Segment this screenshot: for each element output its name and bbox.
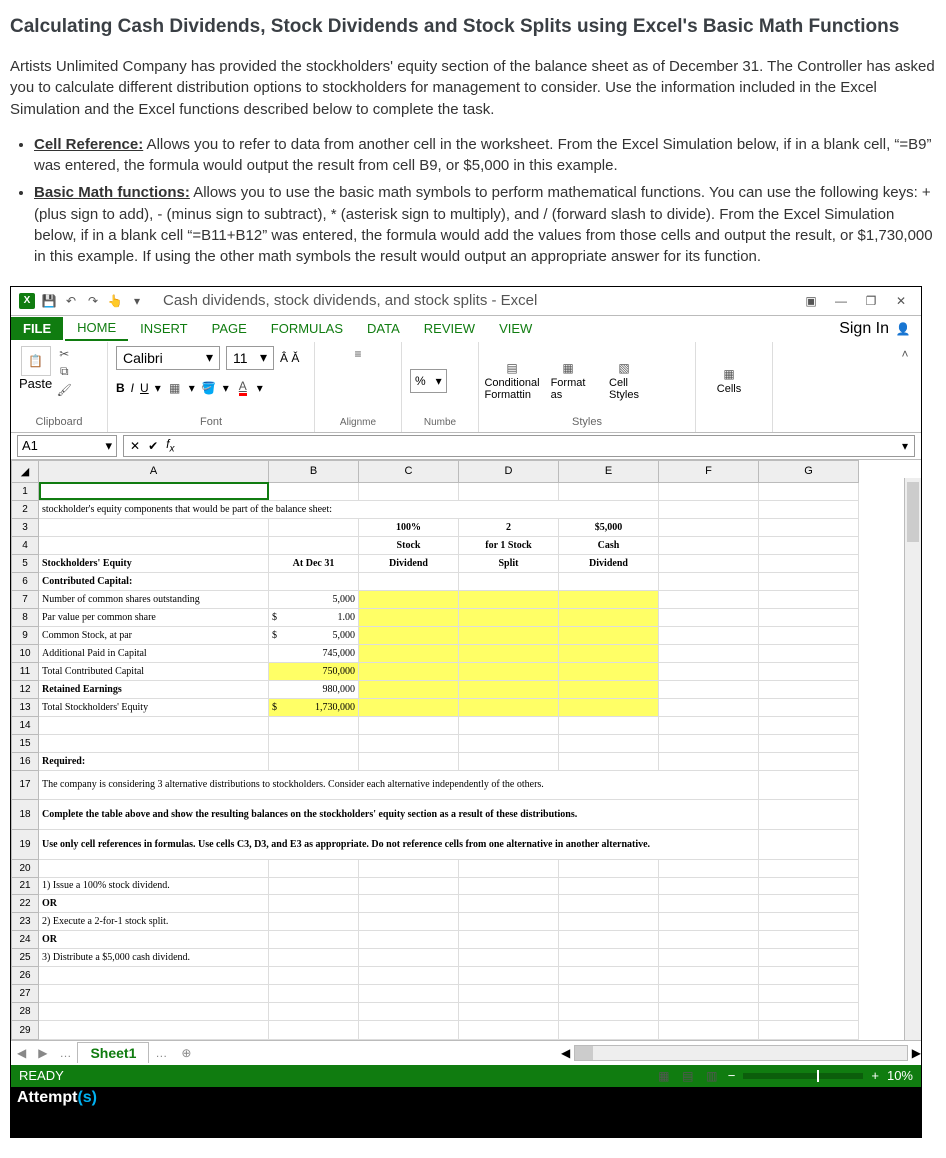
tab-file[interactable]: FILE <box>11 317 63 340</box>
cell-A1[interactable] <box>39 482 269 500</box>
col-A[interactable]: A <box>39 460 269 482</box>
vertical-scrollbar[interactable] <box>904 478 921 1040</box>
zoom-slider[interactable] <box>743 1073 863 1079</box>
page-title: Calculating Cash Dividends, Stock Divide… <box>10 16 936 38</box>
tab-page[interactable]: PAGE <box>200 317 259 340</box>
align-icon[interactable]: ≡ <box>350 346 366 362</box>
zoom-in-button[interactable]: + <box>871 1068 879 1083</box>
user-icon: 👤 <box>895 321 911 337</box>
cell-A2[interactable]: stockholder's equity components that wou… <box>39 500 659 518</box>
cell-styles-button[interactable]: ▧CellStyles <box>599 361 649 401</box>
select-all-corner[interactable]: ◢ <box>12 460 39 482</box>
excel-window: X 💾 ↶ ↷ 👆 ▾ Cash dividends, stock divide… <box>10 286 922 1138</box>
italic-button[interactable]: I <box>131 381 134 395</box>
ribbon: 📋 Paste ✂ ⧉ 🖌 Clipboard Calibri▾ 11▾ A <box>11 342 921 433</box>
formula-bar[interactable]: ✕ ✔ fx ▾ <box>123 435 915 457</box>
format-painter-icon[interactable]: 🖌 <box>56 382 72 398</box>
save-icon[interactable]: 💾 <box>41 293 57 309</box>
border-icon[interactable]: ▦ <box>167 380 183 396</box>
window-title: Cash dividends, stock dividends, and sto… <box>153 292 791 309</box>
number-format-select[interactable]: % ▾ <box>410 369 447 393</box>
font-color-icon[interactable]: A <box>235 380 251 396</box>
restore-icon[interactable]: ❐ <box>863 293 879 309</box>
close-icon[interactable]: ✕ <box>893 293 909 309</box>
sheet-nav-prev[interactable]: ◀ <box>11 1046 32 1060</box>
col-D[interactable]: D <box>459 460 559 482</box>
bold-button[interactable]: B <box>116 381 125 395</box>
copy-icon[interactable]: ⧉ <box>56 364 72 380</box>
page-layout-view-icon[interactable]: ▤ <box>680 1068 696 1084</box>
instruction-list: Cell Reference: Allows you to refer to d… <box>34 134 936 268</box>
zoom-level[interactable]: 10% <box>887 1068 913 1083</box>
status-bar: READY ▦ ▤ ▥ − + 10% <box>11 1065 921 1087</box>
ribbon-options-icon[interactable]: ▣ <box>803 293 819 309</box>
zoom-out-button[interactable]: − <box>728 1068 736 1083</box>
format-as-table-button[interactable]: ▦Formatas <box>543 361 593 401</box>
intro-paragraph: Artists Unlimited Company has provided t… <box>10 56 936 120</box>
col-E[interactable]: E <box>559 460 659 482</box>
sheet-tab-sheet1[interactable]: Sheet1 <box>77 1042 149 1063</box>
col-G[interactable]: G <box>759 460 859 482</box>
ribbon-tabs: FILE HOME INSERT PAGE FORMULAS DATA REVI… <box>11 316 921 342</box>
cut-icon[interactable]: ✂ <box>56 346 72 362</box>
font-group-label: Font <box>116 416 306 428</box>
qat-dropdown-icon[interactable]: ▾ <box>129 293 145 309</box>
normal-view-icon[interactable]: ▦ <box>656 1068 672 1084</box>
collapse-ribbon-icon[interactable]: ˄ <box>897 346 913 362</box>
tab-data[interactable]: DATA <box>355 317 412 340</box>
font-size-select[interactable]: 11▾ <box>226 346 274 370</box>
worksheet-grid[interactable]: ◢ A B C D E F G 1 2stockholder's equity … <box>11 460 921 1040</box>
styles-icon: ▧ <box>616 361 632 377</box>
col-F[interactable]: F <box>659 460 759 482</box>
conditional-formatting-button[interactable]: ▤ConditionalFormattin <box>487 361 537 401</box>
cells-icon: ▦ <box>721 367 737 383</box>
alignment-group-label: Alignme <box>323 417 393 428</box>
touch-mode-icon[interactable]: 👆 <box>107 293 123 309</box>
tab-home[interactable]: HOME <box>65 316 128 341</box>
number-group-label: Numbe <box>410 417 470 428</box>
clipboard-icon: 📋 <box>21 346 51 376</box>
attempts-label: Attempt(s) <box>11 1087 921 1109</box>
cancel-icon[interactable]: ✕ <box>130 439 140 453</box>
fx-icon[interactable]: fx <box>166 437 174 454</box>
fill-color-icon[interactable]: 🪣 <box>201 380 217 396</box>
paste-button[interactable]: 📋 Paste <box>19 346 52 398</box>
minimize-icon[interactable]: — <box>833 293 849 309</box>
tab-review[interactable]: REVIEW <box>412 317 487 340</box>
undo-icon[interactable]: ↶ <box>63 293 79 309</box>
status-ready: READY <box>19 1068 64 1083</box>
tab-formulas[interactable]: FORMULAS <box>259 317 355 340</box>
redo-icon[interactable]: ↷ <box>85 293 101 309</box>
sheet-nav-next[interactable]: ▶ <box>32 1046 53 1060</box>
col-B[interactable]: B <box>269 460 359 482</box>
page-break-view-icon[interactable]: ▥ <box>704 1068 720 1084</box>
cond-fmt-icon: ▤ <box>504 361 520 377</box>
tab-insert[interactable]: INSERT <box>128 317 199 340</box>
bullet-cell-reference: Cell Reference: Allows you to refer to d… <box>34 134 936 177</box>
underline-button[interactable]: U <box>140 381 149 395</box>
new-sheet-button[interactable]: ⊕ <box>173 1046 191 1060</box>
horizontal-scrollbar[interactable]: ◀▶ <box>561 1045 921 1061</box>
bullet-basic-math: Basic Math functions: Allows you to use … <box>34 182 936 267</box>
tab-view[interactable]: VIEW <box>487 317 544 340</box>
name-box[interactable]: A1▾ <box>17 435 117 457</box>
footer-strip <box>11 1109 921 1137</box>
col-C[interactable]: C <box>359 460 459 482</box>
excel-logo-icon: X <box>19 293 35 309</box>
enter-icon[interactable]: ✔ <box>148 439 158 453</box>
clipboard-group-label: Clipboard <box>19 416 99 428</box>
title-bar: X 💾 ↶ ↷ 👆 ▾ Cash dividends, stock divide… <box>11 287 921 316</box>
styles-group-label: Styles <box>487 416 687 428</box>
font-name-select[interactable]: Calibri▾ <box>116 346 220 370</box>
sign-in[interactable]: Sign In👤 <box>839 320 921 338</box>
cells-button[interactable]: ▦Cells <box>704 367 754 395</box>
table-icon: ▦ <box>560 361 576 377</box>
